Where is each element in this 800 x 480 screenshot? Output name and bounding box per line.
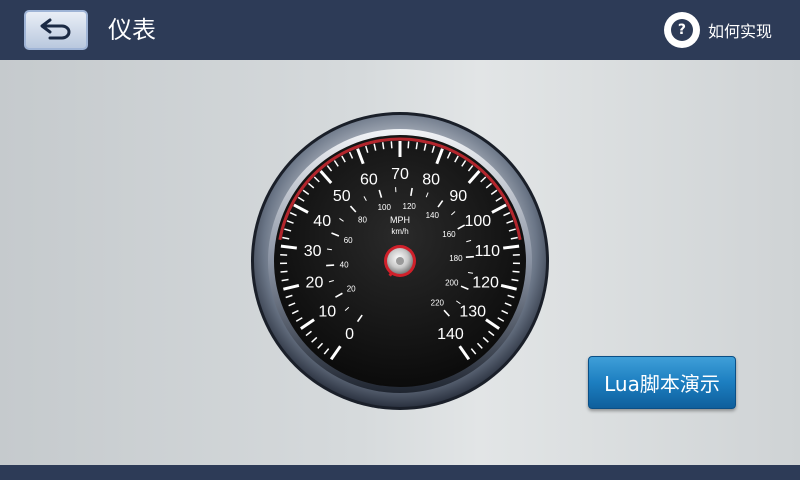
page-title: 仪表 xyxy=(108,16,156,44)
mph-tick-label: 40 xyxy=(313,213,331,230)
help-button[interactable]: ? 如何实现 xyxy=(663,12,772,48)
kmh-tick-label: 200 xyxy=(445,278,459,287)
back-arrow-icon xyxy=(38,16,74,44)
mph-tick xyxy=(280,244,297,250)
mph-tick-label: 20 xyxy=(306,275,324,292)
mph-tick-label: 120 xyxy=(472,275,499,292)
mph-tick-label: 100 xyxy=(464,213,491,230)
mph-tick xyxy=(280,270,288,273)
mph-tick-label: 10 xyxy=(318,304,336,321)
kmh-tick-label: 60 xyxy=(344,236,353,245)
speedometer-gauge: 0102030405060 70 8090100110120130140204060… xyxy=(251,112,549,410)
mph-tick-label: 30 xyxy=(304,243,322,260)
mph-tick-label: 70 xyxy=(391,166,409,183)
kmh-tick-label: 20 xyxy=(347,284,356,293)
mph-tick-label: 0 xyxy=(345,326,354,343)
mph-tick-label: 60 xyxy=(360,172,378,189)
mph-tick-label: 80 xyxy=(422,172,440,189)
kmh-tick-label: 100 xyxy=(378,203,392,212)
mph-tick-label: 50 xyxy=(333,188,351,205)
mph-tick xyxy=(503,244,520,250)
mph-tick-label: 130 xyxy=(459,304,486,321)
kmh-tick-label: 160 xyxy=(442,230,456,239)
kmh-tick-label: 140 xyxy=(426,211,440,220)
back-button[interactable] xyxy=(24,10,88,50)
mph-tick xyxy=(390,141,393,149)
bottom-bar xyxy=(0,465,800,480)
mph-unit-label: MPH xyxy=(390,215,410,225)
mph-tick-label: 140 xyxy=(437,326,464,343)
help-glyph: ? xyxy=(670,19,693,41)
mph-tick xyxy=(415,142,419,150)
mph-tick-label: 110 xyxy=(475,243,501,260)
kmh-tick-label: 180 xyxy=(449,254,463,263)
top-bar: 仪表 ? 如何实现 xyxy=(0,0,800,60)
mph-tick xyxy=(381,142,385,150)
mph-tick-label: 90 xyxy=(449,188,467,205)
kmh-tick-label: 220 xyxy=(431,299,445,308)
help-label: 如何实现 xyxy=(707,22,772,41)
screen: 仪表 ? 如何实现 0 10 20 30 40 50 60 70 80 90 1… xyxy=(0,0,800,480)
hub-center xyxy=(396,257,404,265)
lua-demo-button[interactable]: Lua脚本演示 xyxy=(588,356,736,409)
mph-tick xyxy=(512,270,520,273)
kmh-unit-label: km/h xyxy=(391,227,408,236)
kmh-tick-label: 80 xyxy=(358,215,367,224)
kmh-tick-label: 120 xyxy=(403,202,417,211)
mph-tick xyxy=(407,141,410,149)
help-icon: ? xyxy=(663,12,700,48)
kmh-tick-label: 40 xyxy=(340,260,349,269)
